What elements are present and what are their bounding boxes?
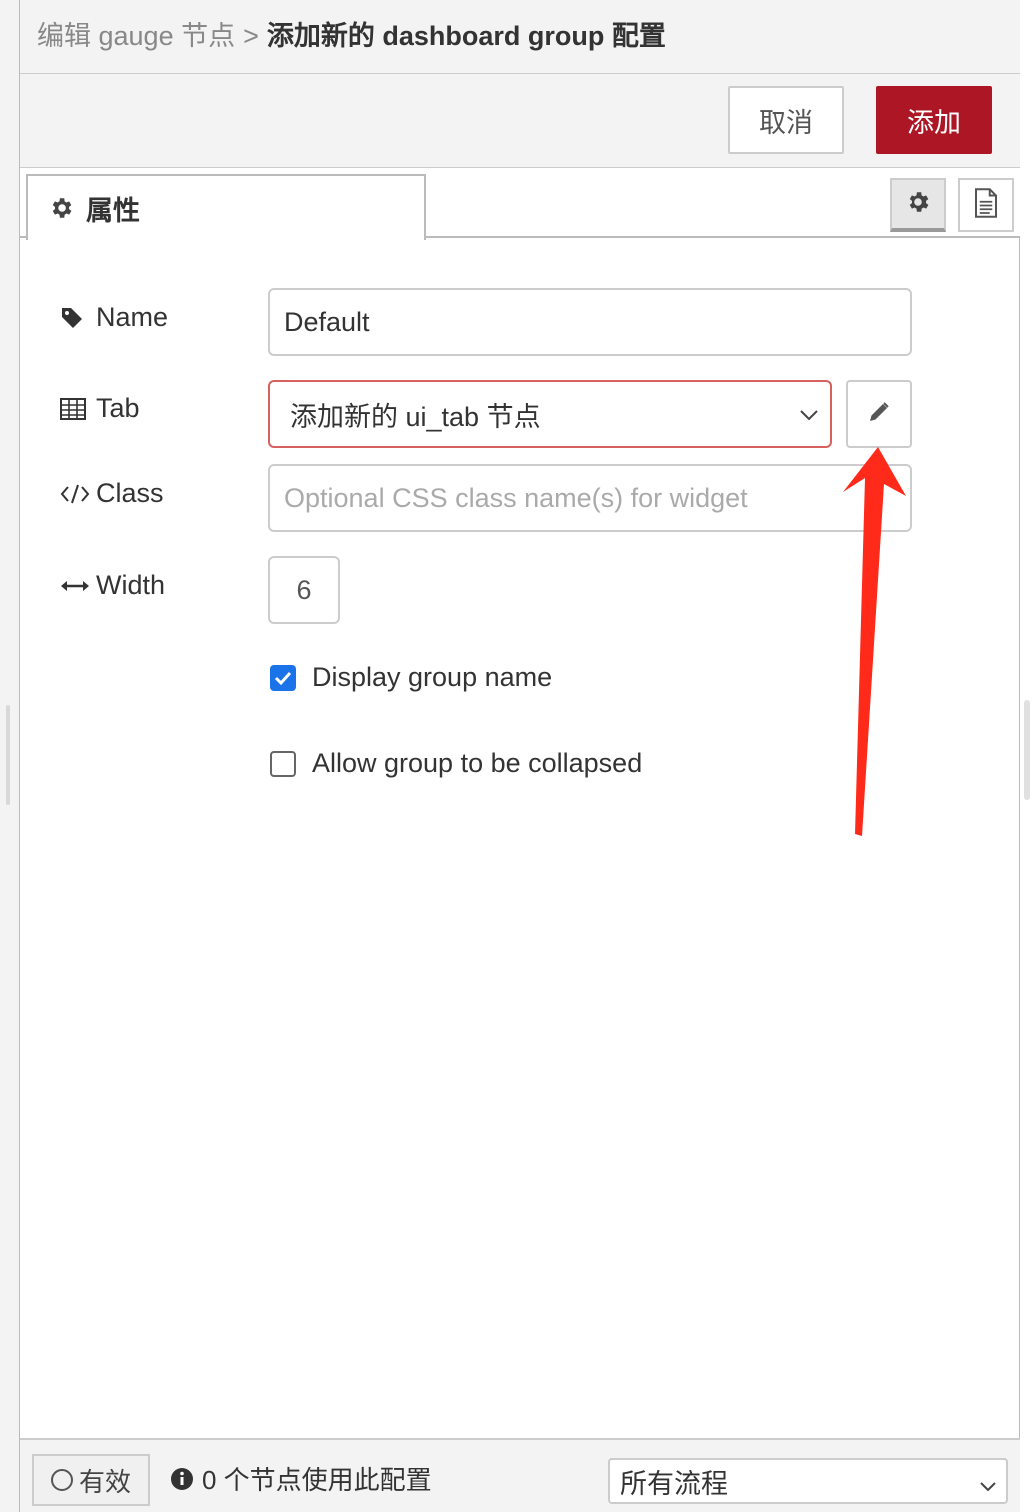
info-circle-icon (170, 1467, 194, 1491)
breadcrumb: 编辑 gauge 节点 > 添加新的 dashboard group 配置 (37, 18, 666, 54)
name-input[interactable]: Default (268, 288, 912, 356)
gear-icon (48, 195, 74, 221)
document-icon (973, 187, 999, 223)
right-resize-grip[interactable] (1024, 700, 1030, 800)
width-row-label: Width (60, 570, 165, 601)
left-panel-edge (0, 0, 20, 1512)
class-label: Class (96, 478, 164, 508)
tab-properties-label: 属性 (86, 195, 140, 226)
breadcrumb-current: 添加新的 dashboard group 配置 (266, 21, 666, 51)
gear-icon (905, 189, 931, 220)
tray-toolbar: 取消 添加 (20, 74, 1020, 168)
display-group-name-row: Display group name (270, 662, 552, 693)
cancel-button[interactable]: 取消 (728, 86, 844, 154)
tray-header: 编辑 gauge 节点 > 添加新的 dashboard group 配置 (20, 0, 1020, 74)
chevron-down-icon (978, 1472, 998, 1492)
valid-label: 有效 (78, 1466, 131, 1497)
allow-collapse-label[interactable]: Allow group to be collapsed (312, 748, 642, 779)
name-row-label: Name (60, 302, 168, 333)
width-button[interactable]: 6 (268, 556, 340, 624)
description-tab-button[interactable] (958, 178, 1014, 232)
usage-info: 0 个节点使用此配置 (170, 1460, 432, 1497)
tag-icon (60, 306, 90, 330)
left-resize-grip[interactable] (6, 705, 10, 805)
pencil-icon (867, 400, 891, 429)
edit-config-tray: 编辑 gauge 节点 > 添加新的 dashboard group 配置 取消 添… (20, 0, 1020, 1512)
edit-tab-button[interactable] (846, 380, 912, 448)
tab-label: Tab (96, 393, 140, 423)
breadcrumb-separator: > (243, 21, 259, 51)
valid-toggle-button[interactable]: 有效 (32, 1454, 150, 1506)
width-label: Width (96, 570, 166, 600)
breadcrumb-previous[interactable]: 编辑 gauge 节点 (37, 21, 235, 51)
circle-icon (50, 1469, 73, 1491)
settings-tab-button[interactable] (890, 178, 946, 232)
arrows-horizontal-icon (60, 578, 90, 594)
allow-collapse-checkbox[interactable] (270, 750, 296, 777)
table-icon (60, 397, 90, 420)
add-button[interactable]: 添加 (876, 86, 992, 154)
code-icon (60, 483, 90, 505)
usage-text: 0 个节点使用此配置 (202, 1465, 432, 1495)
allow-collapse-row: Allow group to be collapsed (270, 748, 642, 779)
scope-select-value: 所有流程 (620, 1468, 728, 1499)
display-group-name-checkbox[interactable] (270, 664, 296, 691)
tab-select[interactable]: 添加新的 ui_tab 节点 (268, 380, 832, 448)
class-row-label: Class (60, 478, 164, 509)
tab-bar: 属性 (20, 168, 1020, 240)
tray-footer: 有效 0 个节点使用此配置 所有流程 (20, 1438, 1020, 1512)
name-label: Name (96, 302, 169, 332)
tab-select-value: 添加新的 ui_tab 节点 (290, 401, 541, 432)
scope-select[interactable]: 所有流程 (608, 1458, 1008, 1504)
tab-row-label: Tab (60, 393, 140, 424)
tab-properties[interactable]: 属性 (26, 174, 426, 240)
class-input[interactable]: Optional CSS class name(s) for widget (268, 464, 912, 532)
display-group-name-label[interactable]: Display group name (312, 662, 552, 693)
chevron-down-icon (798, 402, 820, 424)
